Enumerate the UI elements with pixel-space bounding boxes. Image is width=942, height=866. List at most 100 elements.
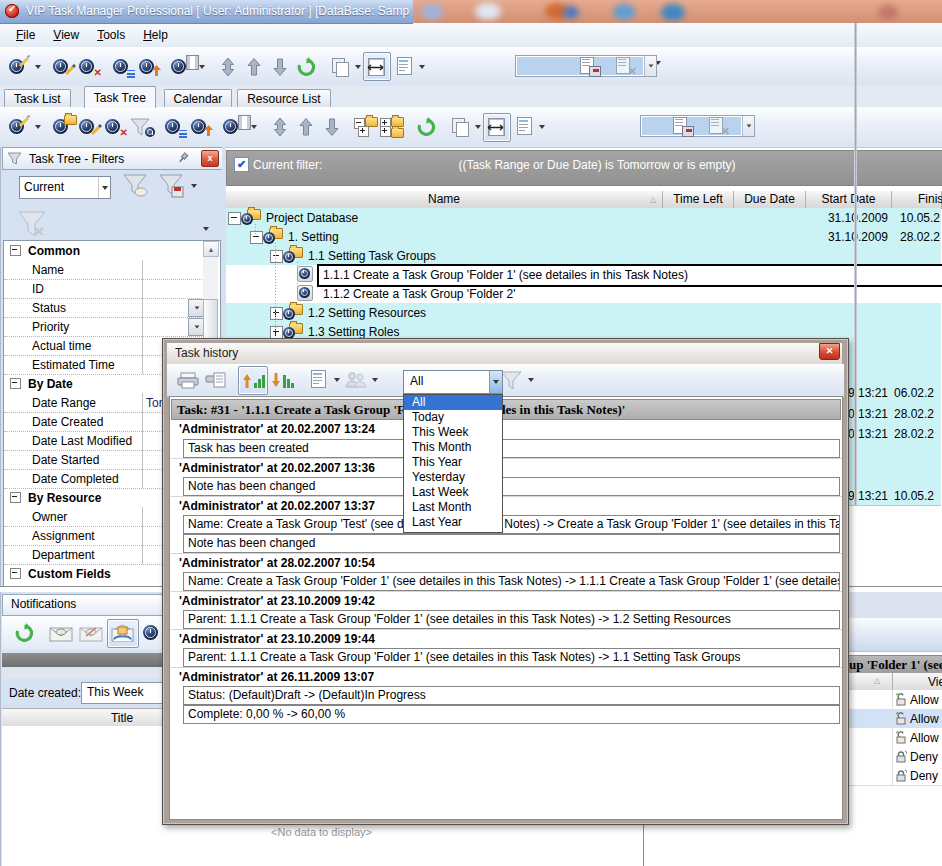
- column-header-name[interactable]: Name: [226, 191, 663, 209]
- expand-all-icon[interactable]: [353, 114, 379, 141]
- column-header-due-date[interactable]: Due Date: [734, 191, 806, 209]
- pin-icon[interactable]: [177, 152, 189, 164]
- collapse-all-icon[interactable]: [379, 114, 405, 141]
- period-option-yesterday[interactable]: Yesterday: [404, 470, 502, 485]
- menu-item-file[interactable]: File: [8, 28, 45, 42]
- filter-more-dropdown[interactable]: [203, 227, 209, 231]
- dropdown-arrow-icon[interactable]: [537, 114, 547, 140]
- dropdown-arrow-icon[interactable]: [526, 367, 536, 393]
- dropdown-arrow-icon[interactable]: [33, 114, 43, 140]
- people-icon[interactable]: [342, 367, 370, 394]
- move-up-icon[interactable]: [293, 114, 319, 141]
- tab-calendar[interactable]: Calendar: [164, 89, 233, 108]
- report-icon[interactable]: [511, 114, 537, 141]
- refresh-icon[interactable]: [9, 620, 39, 647]
- filter-preset-combobox[interactable]: Current: [19, 176, 111, 199]
- filter-field-status[interactable]: Status: [4, 298, 204, 318]
- column-header-finish-date[interactable]: Finish Date: [892, 191, 942, 209]
- print-preview-icon[interactable]: [202, 367, 230, 394]
- menu-item-view[interactable]: View: [45, 28, 89, 42]
- tree-expander-minus[interactable]: [250, 231, 263, 244]
- show-mail-icon[interactable]: [107, 619, 139, 648]
- save-filter-dropdown[interactable]: [191, 184, 197, 188]
- task-row[interactable]: 1.2 Setting Resources: [226, 303, 941, 323]
- period-option-all[interactable]: All: [404, 395, 502, 410]
- fit-columns-icon[interactable]: [363, 52, 391, 81]
- mark-unread-icon[interactable]: [77, 620, 107, 647]
- new-group-icon[interactable]: [51, 114, 77, 141]
- delete-view-icon[interactable]: ✕: [613, 53, 639, 80]
- sort-ascending-icon[interactable]: [238, 366, 268, 395]
- list-view-icon[interactable]: [163, 114, 189, 141]
- task-row[interactable]: 1.1.2 Create a Task Group 'Folder 2': [226, 284, 941, 304]
- delete-task-icon[interactable]: ✕: [103, 114, 129, 141]
- tab-task-list[interactable]: Task List: [4, 89, 71, 108]
- edit-task-icon[interactable]: [51, 53, 77, 80]
- tree-expander-minus[interactable]: [270, 250, 283, 263]
- edit-task-icon[interactable]: [77, 114, 103, 141]
- refresh-icon[interactable]: [293, 53, 319, 80]
- filter-history-icon[interactable]: [129, 114, 155, 141]
- delete-view-icon[interactable]: ✕: [706, 114, 732, 141]
- new-task-icon[interactable]: [7, 114, 33, 141]
- save-filter-icon[interactable]: [157, 173, 187, 199]
- view-column-header[interactable]: View: [928, 675, 942, 689]
- period-option-this-month[interactable]: This Month: [404, 440, 502, 455]
- period-option-last-week[interactable]: Last Week: [404, 485, 502, 500]
- scroll-up-button[interactable]: ▲: [203, 241, 219, 257]
- filter-field-id[interactable]: ID: [4, 279, 204, 299]
- delete-task-icon[interactable]: ✕: [77, 53, 103, 80]
- dialog-titlebar[interactable]: Task history ✕: [167, 343, 842, 365]
- menu-item-help[interactable]: Help: [135, 28, 178, 42]
- dropdown-arrow-icon[interactable]: [473, 114, 483, 140]
- tree-expander-plus[interactable]: [270, 307, 283, 320]
- period-option-last-month[interactable]: Last Month: [404, 500, 502, 515]
- dropdown-arrow-icon[interactable]: [370, 367, 380, 393]
- duplicate-icon[interactable]: [447, 114, 473, 141]
- filter-field-name[interactable]: Name: [4, 260, 204, 280]
- move-down-icon[interactable]: [319, 114, 345, 141]
- fit-columns-icon[interactable]: [483, 113, 511, 142]
- dropdown-arrow-icon[interactable]: [353, 54, 363, 80]
- column-header-start-date[interactable]: Start Date: [806, 191, 892, 209]
- toolbar-filter-combobox[interactable]: [640, 115, 755, 137]
- dialog-close-button[interactable]: ✕: [819, 343, 840, 360]
- refresh-icon[interactable]: [413, 114, 439, 141]
- print-icon[interactable]: [174, 367, 202, 394]
- period-option-today[interactable]: Today: [404, 410, 502, 425]
- duplicate-icon[interactable]: [327, 53, 353, 80]
- priority-view-icon[interactable]: [189, 114, 215, 141]
- filter-enabled-checkbox[interactable]: ✔: [234, 157, 249, 172]
- task-row[interactable]: 1. Setting31.10.2009 13:2128.02.2: [226, 227, 941, 247]
- period-option-this-week[interactable]: This Week: [404, 425, 502, 440]
- filters-close-button[interactable]: x: [201, 150, 219, 167]
- period-combobox[interactable]: All: [403, 370, 503, 394]
- tree-expander-minus[interactable]: [228, 212, 241, 225]
- new-task-icon[interactable]: [7, 53, 33, 80]
- combo-open-button[interactable]: [98, 177, 110, 198]
- menu-item-tools[interactable]: Tools: [89, 28, 135, 42]
- move-up-down-icon[interactable]: [215, 53, 241, 80]
- period-option-this-year[interactable]: This Year: [404, 455, 502, 470]
- tab-task-tree[interactable]: Task Tree: [84, 86, 156, 108]
- report-icon[interactable]: [304, 367, 332, 394]
- dropdown-arrow-icon[interactable]: [332, 367, 342, 393]
- period-open-button[interactable]: [489, 371, 502, 393]
- filter-field-priority[interactable]: Priority: [4, 317, 204, 337]
- move-down-icon[interactable]: [267, 53, 293, 80]
- move-up-down-icon[interactable]: [267, 114, 293, 141]
- mark-read-icon[interactable]: [47, 620, 77, 647]
- sort-descending-icon[interactable]: [268, 367, 296, 394]
- move-up-icon[interactable]: [241, 53, 267, 80]
- save-view-icon[interactable]: [670, 114, 696, 141]
- report-icon[interactable]: [391, 53, 417, 80]
- dropdown-arrow-icon[interactable]: [417, 54, 427, 80]
- column-header-time-left[interactable]: Time Left: [663, 191, 734, 209]
- priority-view-icon[interactable]: [137, 53, 163, 80]
- task-row[interactable]: 1.1 Setting Task Groups: [226, 246, 941, 266]
- tab-resource-list[interactable]: Resource List: [237, 89, 330, 108]
- list-view-icon[interactable]: [111, 53, 137, 80]
- gantt-view-icon[interactable]: [223, 114, 249, 141]
- save-view-icon[interactable]: [577, 53, 603, 80]
- dropdown-arrow-icon[interactable]: [33, 54, 43, 80]
